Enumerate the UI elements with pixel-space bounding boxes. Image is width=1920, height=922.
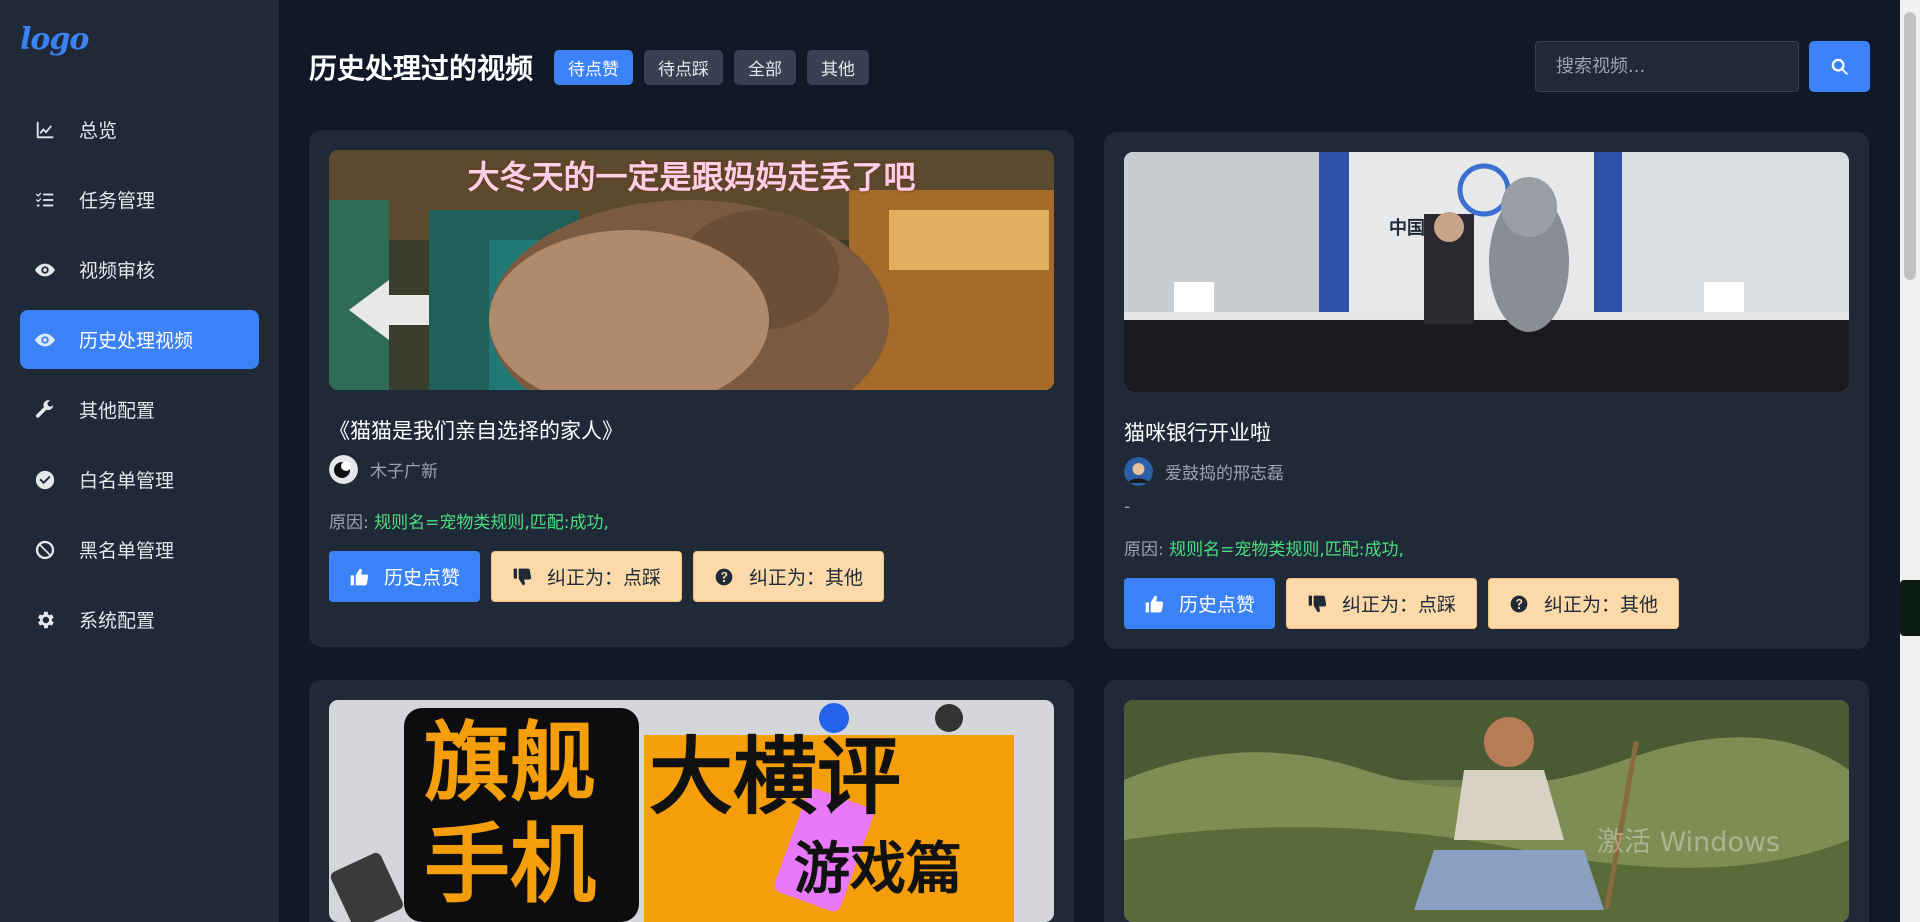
reason-label: 原因:	[329, 513, 369, 533]
video-card: 旗舰 手机 大横评 游戏篇	[309, 680, 1074, 922]
search-button[interactable]	[1809, 41, 1870, 92]
filter-other[interactable]: 其他	[807, 49, 870, 85]
filter-pending-like[interactable]: 待点赞	[554, 49, 634, 85]
sidebar-item-review[interactable]: 视频审核	[20, 240, 259, 299]
windows-activation-watermark: 激活 Windows	[1597, 827, 1781, 858]
author-name: 木子广新	[370, 462, 438, 482]
history-like-button[interactable]: 历史点赞	[329, 551, 481, 602]
sidebar-item-tasks[interactable]: 任务管理	[20, 170, 259, 229]
reason: 原因: 规则名=宠物类规则,匹配:成功,	[329, 508, 609, 533]
thumbnail-text: 旗舰	[424, 713, 596, 813]
correct-to-other-button[interactable]: 纠正为：其他	[1488, 578, 1680, 629]
action-buttons: 历史点赞 纠正为：点踩 纠正为：其他	[329, 551, 895, 602]
sidebar-nav: 总览 任务管理 视频审核 历史处理视频 其他配置 白名单管理 黑名单管理 系统配…	[20, 100, 259, 660]
video-title[interactable]: 猫咪银行开业啦	[1124, 417, 1271, 447]
video-thumbnail[interactable]	[1124, 700, 1849, 922]
sidebar-item-label: 白名单管理	[79, 470, 175, 492]
thumbs-down-icon	[1308, 595, 1327, 612]
sidebar: logo 总览 任务管理 视频审核 历史处理视频 其他配置 白名单管理 黑名单管…	[0, 0, 279, 922]
check-circle-icon	[33, 468, 57, 492]
sidebar-item-label: 视频审核	[79, 260, 156, 282]
video-card	[1104, 680, 1869, 922]
eye-icon	[33, 258, 57, 282]
thumbnail-text: 手机	[424, 815, 596, 915]
video-card: 中国 猫咪银行开业啦 爱鼓捣的邢志磊 - 原因: 规则名=宠物类规则,匹配:成功…	[1104, 132, 1869, 649]
thumbnail-caption: 大冬天的一定是跟妈妈走丢了吧	[467, 158, 916, 196]
button-label: 纠正为：点踩	[1342, 594, 1457, 616]
filter-pending-dislike[interactable]: 待点踩	[644, 49, 724, 85]
thumbs-down-icon	[513, 568, 532, 585]
reason-value: 规则名=宠物类规则,匹配:成功,	[374, 513, 609, 533]
wrench-icon	[33, 398, 57, 422]
task-list-icon	[33, 188, 57, 212]
scrollbar-thumb[interactable]	[1904, 12, 1916, 280]
ban-icon	[33, 538, 57, 562]
page-header: 历史处理过的视频 待点赞 待点踩 全部 其他	[309, 40, 1870, 94]
side-widget[interactable]	[1900, 580, 1920, 636]
logo[interactable]: logo	[20, 22, 89, 57]
sidebar-item-system-config[interactable]: 系统配置	[20, 590, 259, 649]
page-title: 历史处理过的视频	[309, 52, 534, 85]
video-description: -	[1124, 497, 1131, 517]
history-like-button[interactable]: 历史点赞	[1124, 578, 1276, 629]
sidebar-item-whitelist[interactable]: 白名单管理	[20, 450, 259, 509]
button-label: 纠正为：点踩	[547, 567, 662, 589]
video-title[interactable]: 《猫猫是我们亲自选择的家人》	[329, 415, 623, 445]
sidebar-item-label: 总览	[79, 120, 118, 142]
sidebar-item-history[interactable]: 历史处理视频	[20, 310, 259, 369]
sidebar-item-overview[interactable]: 总览	[20, 100, 259, 159]
correct-to-other-button[interactable]: 纠正为：其他	[693, 551, 885, 602]
question-circle-icon	[1510, 595, 1528, 612]
button-label: 纠正为：其他	[749, 567, 864, 589]
correct-to-dislike-button[interactable]: 纠正为：点踩	[1286, 578, 1478, 629]
button-label: 纠正为：其他	[1544, 594, 1659, 616]
thumbs-up-icon	[350, 568, 369, 585]
thumbs-up-icon	[1145, 595, 1164, 612]
search-input[interactable]	[1535, 41, 1799, 92]
chart-line-icon	[33, 118, 57, 142]
video-author: 木子广新	[329, 455, 438, 484]
thumbnail-text: 游戏篇	[794, 837, 962, 902]
gear-icon	[33, 608, 57, 632]
video-card: 大冬天的一定是跟妈妈走丢了吧 《猫猫是我们亲自选择的家人》 木子广新 原因: 规…	[309, 130, 1074, 647]
video-thumbnail[interactable]: 大冬天的一定是跟妈妈走丢了吧	[329, 150, 1054, 390]
sidebar-item-label: 黑名单管理	[79, 540, 175, 562]
correct-to-dislike-button[interactable]: 纠正为：点踩	[491, 551, 683, 602]
video-thumbnail[interactable]: 中国	[1124, 152, 1849, 392]
thumbnail-caption: 中国	[1389, 218, 1425, 239]
question-circle-icon	[715, 568, 733, 585]
author-name: 爱鼓捣的邢志磊	[1165, 464, 1284, 484]
reason-value: 规则名=宠物类规则,匹配:成功,	[1169, 540, 1404, 560]
action-buttons: 历史点赞 纠正为：点踩 纠正为：其他	[1124, 578, 1690, 629]
sidebar-item-label: 任务管理	[79, 190, 156, 212]
sidebar-item-blacklist[interactable]: 黑名单管理	[20, 520, 259, 579]
sidebar-item-label: 系统配置	[79, 610, 156, 632]
thumbnail-text: 大横评	[649, 728, 902, 826]
eye-icon	[33, 328, 57, 352]
page-scrollbar[interactable]	[1900, 0, 1920, 922]
reason-label: 原因:	[1124, 540, 1164, 560]
button-label: 历史点赞	[384, 567, 461, 589]
search-bar	[1535, 41, 1870, 92]
button-label: 历史点赞	[1179, 594, 1256, 616]
sidebar-item-label: 其他配置	[79, 400, 156, 422]
filter-all[interactable]: 全部	[734, 49, 797, 85]
reason: 原因: 规则名=宠物类规则,匹配:成功,	[1124, 535, 1404, 560]
sidebar-item-other-config[interactable]: 其他配置	[20, 380, 259, 439]
search-icon	[1831, 58, 1848, 75]
avatar	[329, 455, 358, 484]
sidebar-item-label: 历史处理视频	[79, 330, 194, 352]
avatar	[1124, 457, 1153, 486]
video-thumbnail[interactable]: 旗舰 手机 大横评 游戏篇	[329, 700, 1054, 922]
video-author: 爱鼓捣的邢志磊	[1124, 457, 1284, 486]
